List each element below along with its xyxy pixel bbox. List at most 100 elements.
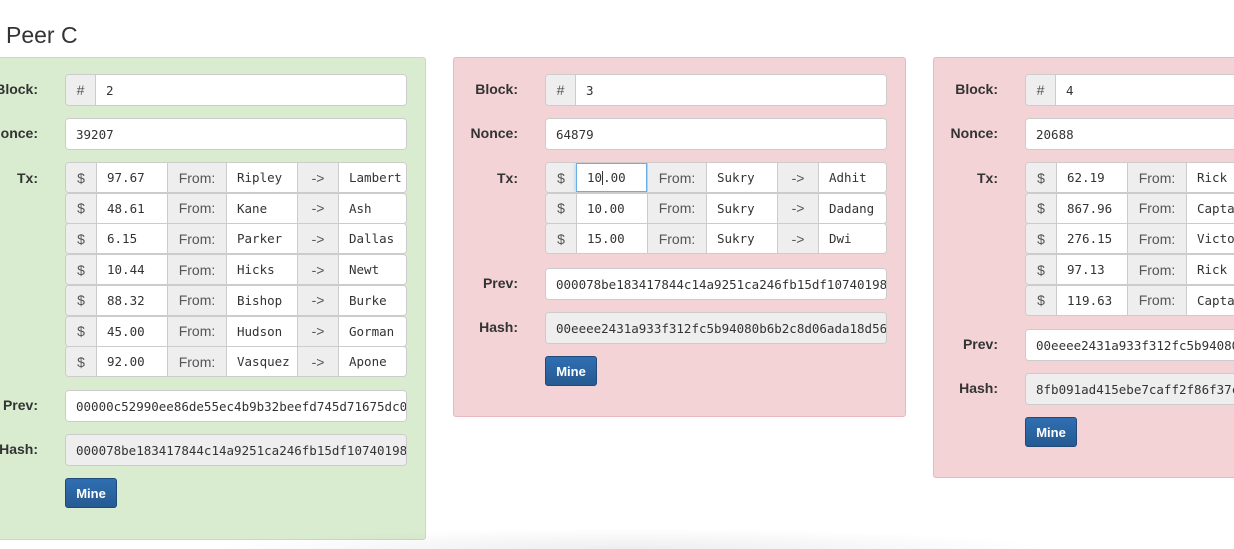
tx-amount-input[interactable]: 15.00 xyxy=(576,224,647,254)
scroll-shadow xyxy=(200,528,1060,549)
hash-label: Hash: xyxy=(959,380,998,396)
tx-row: $45.00 From: Hudson -> Gorman xyxy=(65,315,407,347)
tx-row: $10.00 From: Sukry -> Adhit xyxy=(545,162,887,193)
tx-to-input[interactable]: Gorman xyxy=(338,316,406,346)
nonce-value[interactable]: 20688 xyxy=(1026,119,1234,149)
block-number-field[interactable]: # 3 xyxy=(545,74,887,106)
prev-hash-field[interactable]: 00000c52990ee86de55ec4b9b32beefd745d7167… xyxy=(65,390,407,422)
block-label: Block: xyxy=(955,81,998,97)
from-addon: From: xyxy=(167,285,226,315)
prev-label: Prev: xyxy=(482,275,518,291)
block-number-value[interactable]: 3 xyxy=(576,75,886,105)
tx-from-input[interactable]: Sukry xyxy=(706,193,777,223)
prev-label: Prev: xyxy=(2,397,38,413)
prev-hash-value[interactable]: 00000c52990ee86de55ec4b9b32beefd745d7167… xyxy=(66,391,406,421)
tx-amount-text-after-caret: .00 xyxy=(603,170,626,185)
tx-row: $6.15 From: Parker -> Dallas xyxy=(65,223,407,255)
tx-amount-input[interactable]: 97.67 xyxy=(96,163,167,192)
tx-to-input[interactable]: Dadang xyxy=(818,193,886,223)
dollar-addon: $ xyxy=(546,193,576,223)
tx-from-input[interactable]: Sukry xyxy=(706,224,777,254)
tx-from-input[interactable]: Rick xyxy=(1186,255,1234,285)
tx-from-input[interactable]: Captain xyxy=(1186,285,1234,315)
tx-to-input[interactable]: Ash xyxy=(338,193,406,223)
tx-amount-input[interactable]: 88.32 xyxy=(96,285,167,315)
dollar-addon: $ xyxy=(66,316,96,346)
tx-amount-input[interactable]: 276.15 xyxy=(1056,224,1127,254)
block-number-field[interactable]: # 4 xyxy=(1025,74,1234,106)
dollar-addon: $ xyxy=(1026,255,1056,285)
mine-button[interactable]: Mine xyxy=(1025,417,1077,447)
tx-amount-input[interactable]: 867.96 xyxy=(1056,193,1127,223)
tx-to-input[interactable]: Burke xyxy=(338,285,406,315)
nonce-field[interactable]: 20688 xyxy=(1025,118,1234,150)
tx-amount-input[interactable]: 119.63 xyxy=(1056,285,1127,315)
tx-to-input[interactable]: Dallas xyxy=(338,224,406,254)
from-addon: From: xyxy=(1127,163,1186,192)
hash-field: 000078be183417844c14a9251ca246fb15df1074… xyxy=(65,434,407,466)
tx-row: $88.32 From: Bishop -> Burke xyxy=(65,284,407,316)
tx-from-input[interactable]: Kane xyxy=(226,193,297,223)
tx-from-input[interactable]: Ripley xyxy=(226,163,297,192)
prev-hash-value[interactable]: 000078be183417844c14a9251ca246fb15df1074… xyxy=(546,269,886,299)
tx-amount-input[interactable]: 45.00 xyxy=(96,316,167,346)
prev-hash-field[interactable]: 00eeee2431a933f312fc5b94080b6b2c8d06ada1… xyxy=(1025,329,1234,361)
mine-button[interactable]: Mine xyxy=(65,478,117,508)
tx-from-input[interactable]: Vasquez xyxy=(226,347,297,377)
tx-from-input[interactable]: Rick xyxy=(1186,163,1234,192)
nonce-value[interactable]: 64879 xyxy=(546,119,886,149)
nonce-label: Nonce: xyxy=(470,125,518,141)
tx-row: $92.00 From: Vasquez -> Apone xyxy=(65,346,407,378)
dollar-addon: $ xyxy=(66,193,96,223)
tx-from-input[interactable]: Parker xyxy=(226,224,297,254)
tx-label: Tx: xyxy=(17,170,38,186)
dollar-addon: $ xyxy=(66,224,96,254)
tx-to-input[interactable]: Apone xyxy=(338,347,406,377)
tx-to-input[interactable]: Newt xyxy=(338,255,406,285)
block-number-field[interactable]: # 2 xyxy=(65,74,407,106)
tx-amount-input[interactable]: 62.19 xyxy=(1056,163,1127,192)
tx-row: $15.00 From: Sukry -> Dwi xyxy=(545,223,887,255)
nonce-value[interactable]: 39207 xyxy=(66,119,406,149)
tx-from-input[interactable]: Hudson xyxy=(226,316,297,346)
nonce-field[interactable]: 39207 xyxy=(65,118,407,150)
tx-from-input[interactable]: Bishop xyxy=(226,285,297,315)
tx-row: $119.63From:Captain-> xyxy=(1025,284,1234,316)
arrow-addon: -> xyxy=(777,224,818,254)
nonce-field[interactable]: 64879 xyxy=(545,118,887,150)
dollar-addon: $ xyxy=(66,163,96,192)
tx-amount-input[interactable]: 48.61 xyxy=(96,193,167,223)
tx-amount-input[interactable]: 92.00 xyxy=(96,347,167,377)
prev-label: Prev: xyxy=(962,336,998,352)
block-number-value[interactable]: 2 xyxy=(96,75,406,105)
tx-to-input[interactable]: Dwi xyxy=(818,224,886,254)
dollar-addon: $ xyxy=(546,224,576,254)
from-addon: From: xyxy=(647,224,706,254)
from-addon: From: xyxy=(167,347,226,377)
tx-from-input[interactable]: Victor xyxy=(1186,224,1234,254)
prev-hash-value[interactable]: 00eeee2431a933f312fc5b94080b6b2c8d06ada1… xyxy=(1026,330,1234,360)
block-number-value[interactable]: 4 xyxy=(1056,75,1234,105)
hash-field: 00eeee2431a933f312fc5b94080b6b2c8d06ada1… xyxy=(545,312,887,344)
tx-amount-input[interactable]: 10.44 xyxy=(96,255,167,285)
tx-amount-input[interactable]: 6.15 xyxy=(96,224,167,254)
prev-hash-field[interactable]: 000078be183417844c14a9251ca246fb15df1074… xyxy=(545,268,887,300)
tx-label: Tx: xyxy=(497,170,518,186)
from-addon: From: xyxy=(1127,285,1186,315)
tx-from-input[interactable]: Sukry xyxy=(706,163,777,192)
tx-amount-input[interactable]: 97.13 xyxy=(1056,255,1127,285)
hash-value: 000078be183417844c14a9251ca246fb15df1074… xyxy=(66,435,406,465)
arrow-addon: -> xyxy=(297,347,338,377)
tx-from-input[interactable]: Hicks xyxy=(226,255,297,285)
tx-row: $867.96From:Captain-> xyxy=(1025,192,1234,224)
hash-value: 8fb091ad415ebe7caff2f86f37cfa xyxy=(1026,374,1234,404)
tx-row: $97.67 From: Ripley -> Lambert xyxy=(65,162,407,193)
tx-to-input[interactable]: Lambert xyxy=(338,163,406,192)
tx-amount-input[interactable]: 10.00 xyxy=(576,193,647,223)
arrow-addon: -> xyxy=(297,193,338,223)
tx-amount-input[interactable]: 10.00 xyxy=(576,163,647,192)
from-addon: From: xyxy=(167,224,226,254)
tx-to-input[interactable]: Adhit xyxy=(818,163,886,192)
mine-button[interactable]: Mine xyxy=(545,356,597,386)
tx-from-input[interactable]: Captain xyxy=(1186,193,1234,223)
